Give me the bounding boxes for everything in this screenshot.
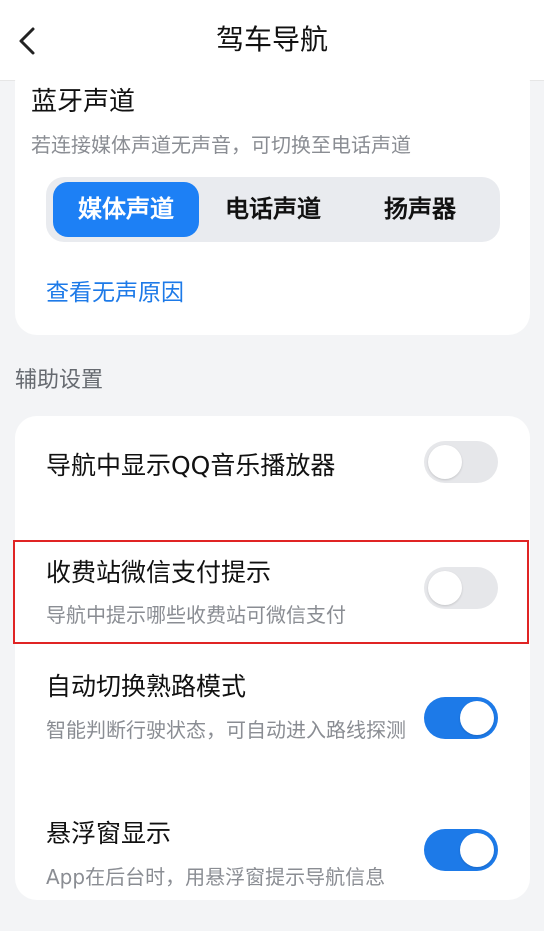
bluetooth-title: 蓝牙声道	[31, 87, 136, 117]
setting-title-auto-familiar-route: 自动切换熟路模式	[46, 672, 247, 701]
setting-desc-auto-familiar-route: 智能判断行驶状态，可自动进入路线探测	[46, 718, 406, 742]
toggle-floating-window[interactable]	[424, 829, 498, 871]
highlight-box	[13, 540, 529, 644]
toggle-knob	[460, 833, 494, 867]
view-silence-reason-link[interactable]: 查看无声原因	[46, 278, 184, 308]
setting-title-floating-window: 悬浮窗显示	[46, 819, 172, 848]
toggle-qq-music[interactable]	[424, 441, 498, 483]
option-media-channel[interactable]: 媒体声道	[53, 182, 199, 237]
option-speaker[interactable]: 扬声器	[347, 182, 493, 237]
audio-channel-selector: 媒体声道 电话声道 扬声器	[46, 177, 500, 242]
toggle-knob	[428, 445, 462, 479]
section-label-aux: 辅助设置	[15, 368, 104, 393]
option-phone-channel[interactable]: 电话声道	[200, 182, 346, 237]
toggle-knob	[460, 701, 494, 735]
toggle-auto-familiar-route[interactable]	[424, 697, 498, 739]
setting-title-qq-music: 导航中显示QQ音乐播放器	[46, 451, 336, 480]
bluetooth-description: 若连接媒体声道无声音，可切换至电话声道	[31, 133, 411, 157]
page-title: 驾车导航	[215, 23, 328, 56]
setting-desc-floating-window: App在后台时，用悬浮窗提示导航信息	[46, 865, 386, 889]
